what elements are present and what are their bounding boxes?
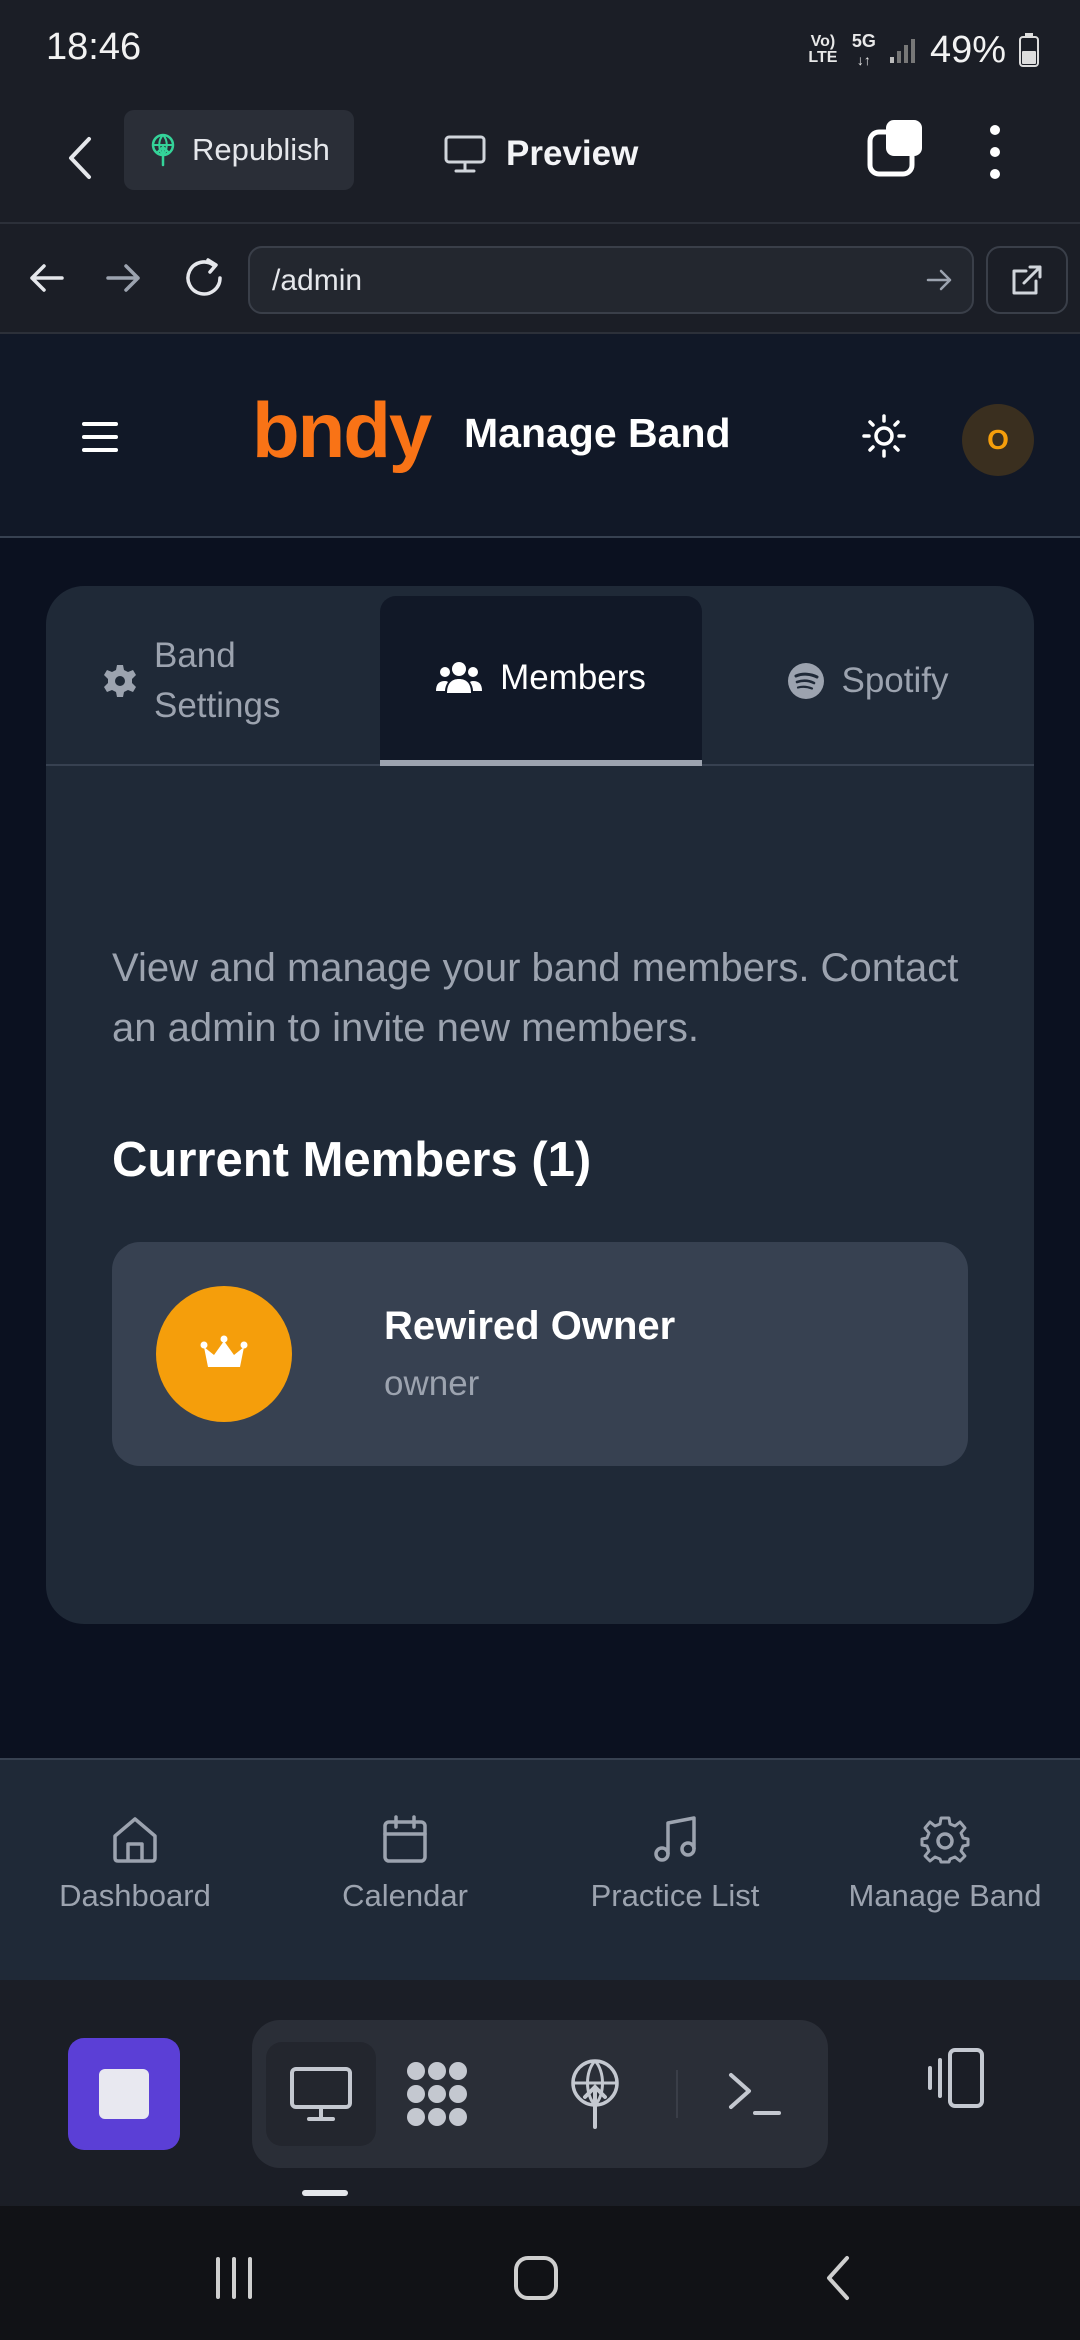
ide-toolbar: Republish Preview xyxy=(0,100,1080,222)
monitor-icon xyxy=(290,2067,352,2121)
nav-manage-band[interactable]: Manage Band xyxy=(810,1814,1080,1914)
device-preview-button[interactable] xyxy=(920,2042,992,2114)
bottom-navigation: Dashboard Calendar Practice List Manage … xyxy=(0,1758,1080,1980)
bndy-logo[interactable]: bndy xyxy=(252,390,432,470)
monitor-icon xyxy=(444,135,486,173)
page-title: Manage Band xyxy=(464,410,731,456)
sun-icon xyxy=(862,414,906,458)
status-bar: 18:46 Vo) LTE 5G ↓↑ 49% xyxy=(0,0,1080,100)
tab-band-settings[interactable]: Band Settings xyxy=(46,596,380,766)
arrow-left-icon xyxy=(30,264,64,292)
browser-url-bar: /admin xyxy=(0,222,1080,334)
preview-label: Preview xyxy=(506,134,639,173)
preview-tab[interactable]: Preview xyxy=(444,124,638,184)
dock-active-indicator xyxy=(302,2190,348,2196)
browser-forward-button[interactable] xyxy=(96,250,152,306)
browser-back-button[interactable] xyxy=(18,250,74,306)
battery-icon xyxy=(1019,33,1039,67)
dock-tool-group xyxy=(252,2020,828,2168)
signal-icon xyxy=(889,39,915,63)
member-item[interactable]: Rewired Owner owner xyxy=(112,1242,968,1466)
deploy-icon xyxy=(571,2059,619,2129)
external-link-icon xyxy=(1012,265,1042,295)
nav-dashboard[interactable]: Dashboard xyxy=(0,1814,270,1914)
calendar-icon xyxy=(383,1815,427,1863)
battery-percent: 49% xyxy=(929,28,1006,71)
republish-label: Republish xyxy=(192,132,330,167)
arrow-right-icon xyxy=(106,264,140,292)
reload-button[interactable] xyxy=(176,250,232,306)
tab-bar: Band Settings Members Spotify xyxy=(46,586,1034,766)
home-button[interactable] xyxy=(506,2248,566,2308)
dock-terminal-button[interactable] xyxy=(700,2042,810,2146)
system-navigation-bar xyxy=(0,2206,1080,2340)
dock-extensions-button[interactable] xyxy=(382,2042,492,2146)
devices-icon xyxy=(928,2048,984,2108)
tab-switcher-button[interactable] xyxy=(866,118,926,184)
tab-spotify[interactable]: Spotify xyxy=(702,596,1034,766)
republish-button[interactable]: Republish xyxy=(124,110,354,190)
recent-apps-button[interactable] xyxy=(204,2248,264,2308)
current-members-heading: Current Members (1) xyxy=(112,1133,592,1187)
more-menu-button[interactable] xyxy=(978,120,1012,184)
ide-dock xyxy=(0,1980,1080,2206)
member-avatar xyxy=(156,1286,292,1422)
nav-calendar[interactable]: Calendar xyxy=(270,1814,540,1914)
nav-practice-list[interactable]: Practice List xyxy=(540,1814,810,1914)
recents-icon xyxy=(216,2257,252,2299)
tab-spotify-label: Spotify xyxy=(841,661,949,700)
manage-band-card: Band Settings Members Spotify View and m… xyxy=(46,586,1034,1624)
dock-deploy-button[interactable] xyxy=(540,2042,650,2146)
member-role: owner xyxy=(384,1364,480,1403)
theme-toggle-button[interactable] xyxy=(862,414,906,458)
site-header: bndy Manage Band O xyxy=(0,334,1080,538)
network-type: 5G ↓↑ xyxy=(852,32,876,69)
member-name: Rewired Owner xyxy=(384,1304,676,1348)
chevron-left-icon xyxy=(69,137,91,179)
deploy-icon xyxy=(151,133,175,167)
nav-practice-list-label: Practice List xyxy=(590,1878,760,1913)
url-text: /admin xyxy=(272,264,363,297)
stop-icon xyxy=(99,2069,149,2119)
nav-manage-band-label: Manage Band xyxy=(848,1878,1042,1913)
home-icon xyxy=(113,1817,157,1863)
nav-dashboard-label: Dashboard xyxy=(59,1878,211,1913)
more-vertical-icon xyxy=(990,125,1000,179)
reload-icon xyxy=(186,258,222,296)
url-input[interactable]: /admin xyxy=(248,246,974,314)
nav-calendar-label: Calendar xyxy=(342,1878,468,1913)
chevron-left-icon xyxy=(827,2256,849,2300)
tab-band-settings-content: Band Settings xyxy=(102,631,324,731)
hamburger-menu-icon[interactable] xyxy=(82,422,118,452)
go-arrow-icon[interactable] xyxy=(926,266,954,294)
status-time: 18:46 xyxy=(46,26,142,68)
tab-members[interactable]: Members xyxy=(380,596,702,766)
network-label: 5G xyxy=(851,30,876,51)
status-icons: Vo) LTE 5G ↓↑ 49% xyxy=(806,26,1040,74)
open-external-button[interactable] xyxy=(986,246,1068,314)
volte-indicator: Vo) LTE xyxy=(808,33,838,66)
extensions-icon xyxy=(407,2062,467,2126)
tab-band-settings-row: Band Settings xyxy=(102,631,324,731)
tab-band-settings-label: Band Settings xyxy=(154,636,281,725)
data-arrows-icon: ↓↑ xyxy=(856,51,871,68)
users-icon xyxy=(436,662,483,693)
tab-members-label: Members xyxy=(500,658,646,697)
user-avatar[interactable]: O xyxy=(962,404,1034,476)
home-square-icon xyxy=(514,2256,558,2300)
gear-icon xyxy=(104,665,136,697)
system-back-button[interactable] xyxy=(808,2248,868,2308)
gear-icon xyxy=(920,1816,970,1864)
crown-icon xyxy=(200,1335,248,1367)
terminal-icon xyxy=(729,2073,781,2115)
dock-preview-button[interactable] xyxy=(266,2042,376,2146)
dock-separator xyxy=(676,2070,678,2118)
spotify-icon xyxy=(787,663,824,699)
tabs-icon xyxy=(867,120,922,177)
music-note-icon xyxy=(654,1816,696,1862)
back-button[interactable] xyxy=(56,128,104,188)
members-description: View and manage your band members. Conta… xyxy=(112,946,959,1050)
stop-button[interactable] xyxy=(68,2038,180,2150)
